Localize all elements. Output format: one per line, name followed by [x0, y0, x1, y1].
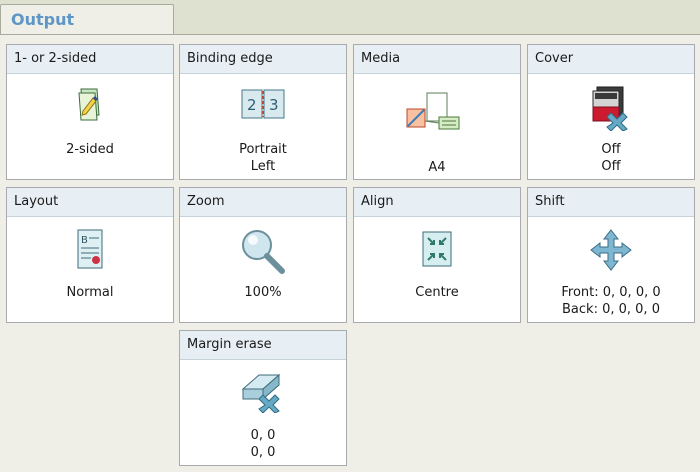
- tile-align[interactable]: Align Centre: [353, 187, 521, 323]
- tile-header: Zoom: [180, 188, 346, 217]
- tile-value: 2-sided: [7, 141, 173, 158]
- tile-title: Cover: [535, 51, 574, 66]
- tile-value: Front: 0, 0, 0, 0 Back: 0, 0, 0, 0: [528, 284, 694, 318]
- tile-header: Media: [354, 45, 520, 74]
- tile-value: 100%: [180, 284, 346, 301]
- zoom-value: 100%: [244, 285, 282, 300]
- tile-title: Shift: [535, 194, 565, 209]
- tile-binding-edge[interactable]: Binding edge 2 3 Portrait Left: [179, 44, 347, 180]
- magnifier-icon: [180, 226, 346, 276]
- tile-header: 1- or 2-sided: [7, 45, 173, 74]
- shift-value-back: Back: 0, 0, 0, 0: [562, 302, 660, 317]
- tile-header: Binding edge: [180, 45, 346, 74]
- tile-header: Layout: [7, 188, 173, 217]
- tile-header: Align: [354, 188, 520, 217]
- tile-title: Zoom: [187, 194, 225, 209]
- margin-value-1: 0, 0: [250, 428, 276, 443]
- binding-value-orientation: Portrait: [239, 142, 287, 157]
- tab-output[interactable]: Output: [0, 4, 174, 34]
- cover-value-front: Off: [601, 142, 621, 157]
- tile-title: Layout: [14, 194, 59, 209]
- media-value: A4: [428, 160, 446, 175]
- shift-value-front: Front: 0, 0, 0, 0: [561, 285, 661, 300]
- tile-title: Media: [361, 51, 401, 66]
- two-sided-page-icon: [7, 85, 173, 125]
- shift-arrows-icon: [528, 228, 694, 272]
- tile-layout[interactable]: Layout B Normal: [6, 187, 174, 323]
- tile-value: Centre: [354, 284, 520, 301]
- tile-media[interactable]: Media A4: [353, 44, 521, 180]
- tile-value: Portrait Left: [180, 141, 346, 175]
- svg-text:3: 3: [269, 96, 279, 114]
- tile-cover[interactable]: Cover Off Off: [527, 44, 695, 180]
- svg-text:B: B: [81, 235, 88, 246]
- cover-off-icon: [528, 85, 694, 131]
- tile-header: Cover: [528, 45, 694, 74]
- tile-title: 1- or 2-sided: [14, 51, 97, 66]
- tile-title: Binding edge: [187, 51, 273, 66]
- layout-value: Normal: [66, 285, 114, 300]
- tile-sided[interactable]: 1- or 2-sided 2-sided: [6, 44, 174, 180]
- tile-title: Align: [361, 194, 394, 209]
- tile-margin-erase[interactable]: Margin erase 0, 0 0, 0: [179, 330, 347, 466]
- tile-value: Off Off: [528, 141, 694, 175]
- tile-value: Normal: [7, 284, 173, 301]
- binding-value-edge: Left: [250, 159, 276, 174]
- tile-header: Margin erase: [180, 331, 346, 360]
- tile-value: A4: [354, 159, 520, 176]
- margin-erase-icon: [180, 369, 346, 413]
- align-value: Centre: [415, 285, 459, 300]
- tile-title: Margin erase: [187, 337, 272, 352]
- media-tray-icon: [354, 91, 520, 133]
- tab-output-label: Output: [11, 10, 75, 29]
- page-layout-icon: B: [7, 228, 173, 272]
- tile-zoom[interactable]: Zoom 100%: [179, 187, 347, 323]
- binding-edge-icon: 2 3: [180, 88, 346, 120]
- tile-header: Shift: [528, 188, 694, 217]
- tile-shift[interactable]: Shift Front: 0, 0, 0, 0 Back: 0, 0, 0, 0: [527, 187, 695, 323]
- margin-value-2: 0, 0: [250, 445, 276, 460]
- align-centre-icon: [354, 230, 520, 268]
- tile-value: 0, 0 0, 0: [180, 427, 346, 461]
- cover-value-back: Off: [601, 159, 621, 174]
- svg-text:2: 2: [247, 96, 257, 114]
- output-settings-panel: 1- or 2-sided 2-sided Binding edge 2 3 P…: [0, 34, 700, 472]
- sided-value: 2-sided: [66, 142, 114, 157]
